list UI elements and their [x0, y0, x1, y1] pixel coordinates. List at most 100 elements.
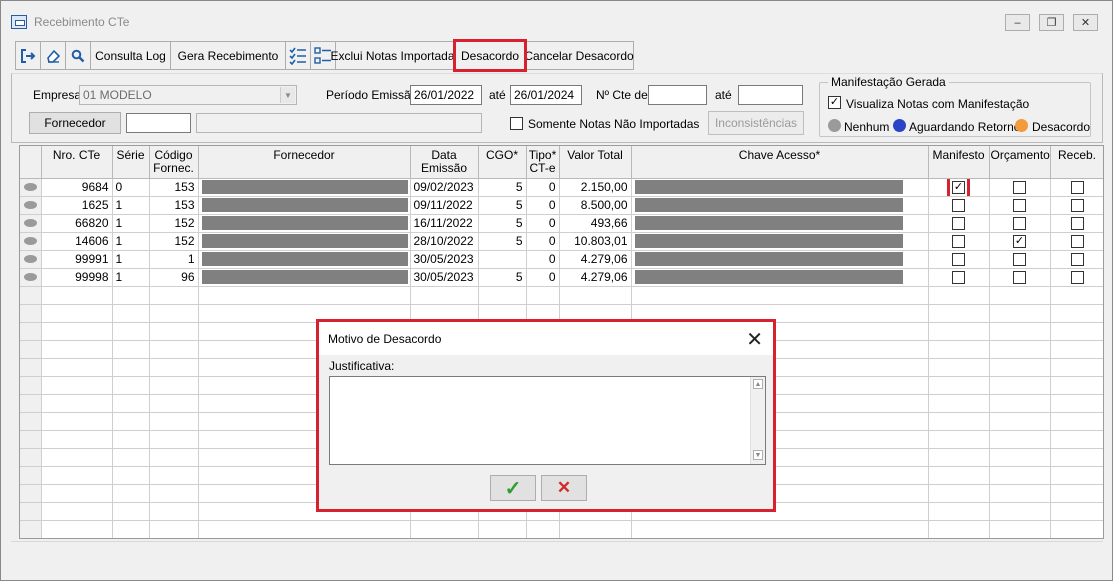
- ncte-de-input[interactable]: [648, 85, 707, 105]
- table-row[interactable]: 9684 0 153 09/02/2023 5 0 2.150,00 ✓: [20, 178, 1103, 197]
- table-row[interactable]: 66820 1 152 16/11/2022 5 0 493,66: [20, 214, 1103, 233]
- col-codigo-fornec[interactable]: Código Fornec.: [149, 146, 199, 179]
- cell-orcamento: [989, 412, 1051, 431]
- cell-chave: [631, 178, 929, 197]
- justificativa-scrollbar[interactable]: ▲ ▼: [750, 377, 765, 464]
- manifesto-checkbox[interactable]: [952, 235, 965, 249]
- cell-orcamento: ✓: [989, 232, 1051, 251]
- cell-tipo: [526, 286, 560, 305]
- dialog-close-icon[interactable]: ✕: [746, 327, 763, 352]
- table-row[interactable]: 14606 1 152 28/10/2022 5 0 10.803,01 ✓: [20, 232, 1103, 251]
- manifesto-checkbox[interactable]: [952, 253, 965, 267]
- col-fornecedor[interactable]: Fornecedor: [198, 146, 411, 179]
- row-indicator: [20, 304, 42, 323]
- empresa-combo[interactable]: 01 MODELO ▼: [79, 85, 297, 105]
- cell-cgo: [478, 520, 527, 538]
- orcamento-checkbox[interactable]: [1013, 217, 1026, 231]
- cell-receb: [1050, 178, 1103, 197]
- cancel-button[interactable]: ✕: [541, 475, 587, 501]
- redacted-bar: [634, 198, 903, 212]
- fornecedor-code-input[interactable]: [126, 113, 191, 133]
- cell-orcamento: [989, 502, 1051, 521]
- scroll-down-icon[interactable]: ▼: [753, 450, 763, 460]
- col-receb[interactable]: Receb.: [1050, 146, 1103, 179]
- ncte-ate-input[interactable]: [738, 85, 803, 105]
- table-row[interactable]: 99998 1 96 30/05/2023 5 0 4.279,06: [20, 268, 1103, 287]
- chevron-down-icon[interactable]: ▼: [280, 87, 295, 103]
- exclui-notas-button[interactable]: Exclui Notas Importadas: [330, 41, 461, 70]
- fornecedor-button[interactable]: Fornecedor: [29, 112, 121, 134]
- cell-codigo: [149, 430, 199, 449]
- desacordo-button[interactable]: Desacordo: [453, 39, 527, 72]
- col-tipo-cte[interactable]: Tipo* CT-e: [526, 146, 560, 179]
- cell-receb: [1050, 358, 1103, 377]
- toolbar: Consulta Log Gera Recebimento Exclui Not…: [15, 39, 634, 72]
- cell-serie: [112, 376, 150, 395]
- col-nro-cte[interactable]: Nro. CTe: [41, 146, 113, 179]
- col-cgo[interactable]: CGO*: [478, 146, 527, 179]
- row-status-dot: [23, 273, 37, 281]
- empresa-label: Empresa: [33, 88, 82, 102]
- table-row[interactable]: [20, 520, 1103, 538]
- col-orcamento[interactable]: Orçamento: [989, 146, 1051, 179]
- row-indicator: [20, 268, 42, 287]
- cell-nro: [41, 340, 113, 359]
- redacted-bar: [201, 198, 408, 212]
- close-button[interactable]: ✕: [1073, 14, 1098, 31]
- cell-serie: [112, 340, 150, 359]
- justificativa-textarea[interactable]: [329, 376, 766, 465]
- cell-cgo: 5: [478, 196, 527, 215]
- somente-notas-checkbox[interactable]: [510, 117, 523, 130]
- cell-orcamento: [989, 286, 1051, 305]
- check-list-button[interactable]: [285, 41, 311, 70]
- orcamento-checkbox[interactable]: [1013, 253, 1026, 267]
- maximize-button[interactable]: ❐: [1039, 14, 1064, 31]
- inconsistencias-button[interactable]: Inconsistências: [708, 111, 804, 135]
- cell-fornecedor: [198, 268, 411, 287]
- orcamento-checkbox[interactable]: ✓: [1013, 235, 1026, 249]
- minimize-button[interactable]: ‒: [1005, 14, 1030, 31]
- manifesto-checkbox[interactable]: ✓: [947, 178, 970, 195]
- cell-codigo: [149, 502, 199, 521]
- col-manifesto[interactable]: Manifesto: [928, 146, 990, 179]
- clear-button[interactable]: [40, 41, 66, 70]
- col-indicator: [20, 146, 42, 179]
- receb-checkbox[interactable]: [1070, 181, 1084, 195]
- scroll-up-icon[interactable]: ▲: [753, 379, 763, 389]
- gera-recebimento-button[interactable]: Gera Recebimento: [170, 41, 286, 70]
- table-row[interactable]: 99991 1 1 30/05/2023 0 4.279,06: [20, 250, 1103, 269]
- cancel-icon: ✕: [556, 478, 572, 497]
- receb-checkbox[interactable]: [1070, 235, 1084, 249]
- search-button[interactable]: [65, 41, 91, 70]
- cell-orcamento: [989, 196, 1051, 215]
- orcamento-checkbox[interactable]: [1013, 199, 1026, 213]
- table-row[interactable]: 1625 1 153 09/11/2022 5 0 8.500,00: [20, 196, 1103, 215]
- col-valor-total[interactable]: Valor Total: [559, 146, 632, 179]
- row-status-dot: [23, 237, 37, 245]
- col-chave-acesso[interactable]: Chave Acesso*: [631, 146, 929, 179]
- manifesto-checkbox[interactable]: [952, 199, 965, 213]
- orcamento-checkbox[interactable]: [1013, 271, 1026, 285]
- periodo-ate-input[interactable]: 26/01/2024: [510, 85, 582, 105]
- row-indicator: [20, 232, 42, 251]
- cell-nro: [41, 358, 113, 377]
- cell-tipo: 0: [526, 268, 560, 287]
- confirm-button[interactable]: ✓: [490, 475, 536, 501]
- receb-checkbox[interactable]: [1070, 199, 1084, 213]
- consulta-log-button[interactable]: Consulta Log: [90, 41, 171, 70]
- receb-checkbox[interactable]: [1070, 217, 1084, 231]
- col-data-emissao[interactable]: Data Emissão: [410, 146, 479, 179]
- receb-checkbox[interactable]: [1070, 253, 1084, 267]
- exit-button[interactable]: [15, 41, 41, 70]
- manifesto-checkbox[interactable]: [952, 271, 965, 285]
- cancelar-desacordo-button[interactable]: Cancelar Desacordo: [524, 41, 634, 70]
- receb-checkbox[interactable]: [1070, 271, 1084, 285]
- manifesto-checkbox[interactable]: [952, 217, 965, 231]
- cell-serie: 1: [112, 196, 150, 215]
- col-serie[interactable]: Série: [112, 146, 150, 179]
- orcamento-checkbox[interactable]: [1013, 181, 1026, 195]
- visualiza-checkbox[interactable]: ✓: [828, 96, 841, 109]
- table-row[interactable]: [20, 286, 1103, 305]
- periodo-de-input[interactable]: 26/01/2022: [410, 85, 482, 105]
- row-status-dot: [23, 183, 37, 191]
